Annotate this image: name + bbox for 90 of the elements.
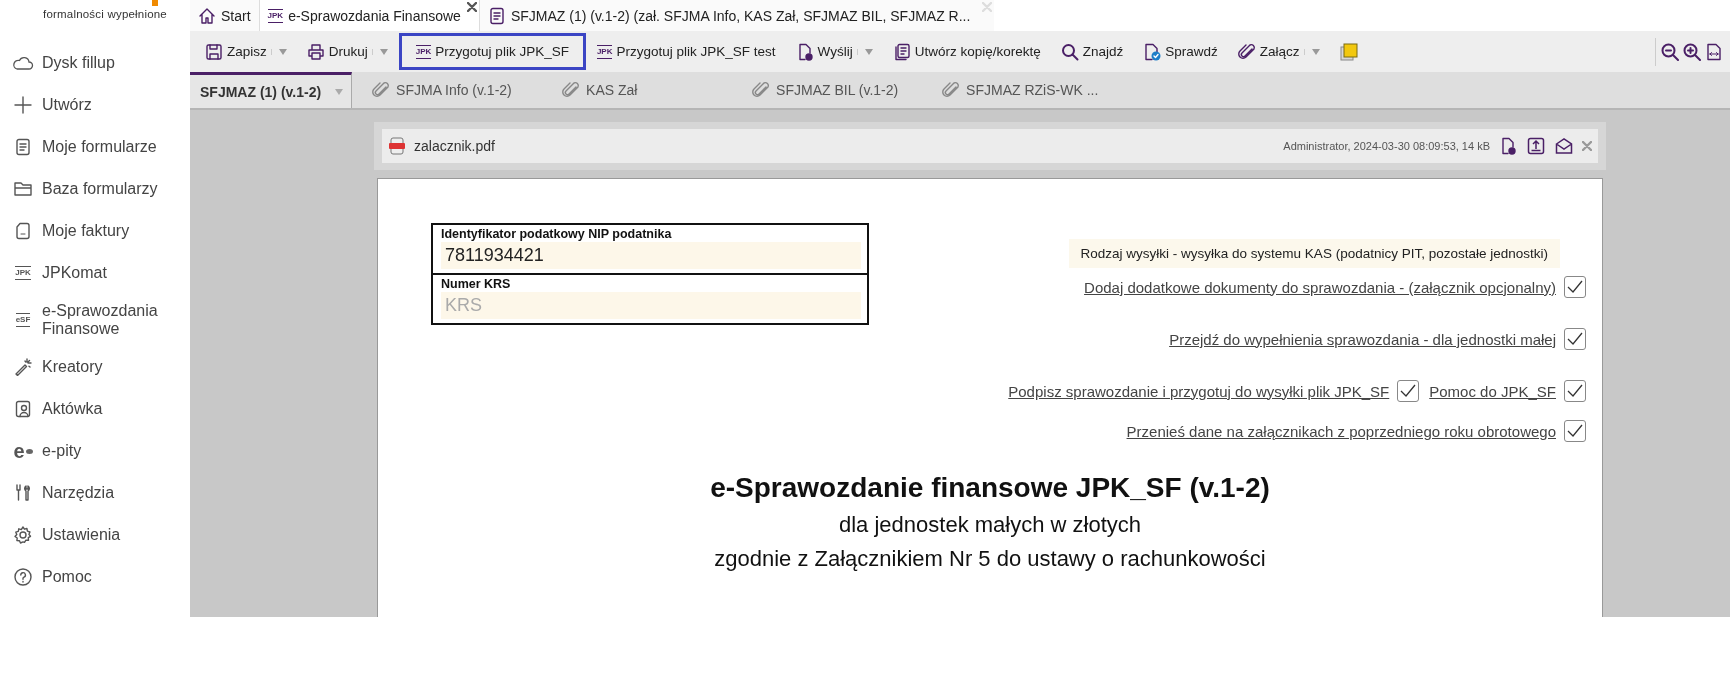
contact-card-icon [14, 400, 32, 418]
printer-icon [306, 42, 325, 61]
view-button[interactable] [1704, 42, 1724, 61]
option-link[interactable]: Przenieś dane na załącznikach z poprzedniego roku obrotowego [1126, 422, 1556, 440]
tools-icon [14, 484, 32, 502]
view-button[interactable] [1682, 42, 1702, 61]
settings-icon [14, 526, 32, 544]
tab-label: e-Sprawozdania Finansowe [288, 7, 461, 24]
paperclip-icon [372, 81, 391, 99]
toolbar-button[interactable]: Zapisz [196, 34, 296, 69]
magic-wand-icon [14, 358, 32, 376]
sidebar-item[interactable]: Utwórz [0, 84, 190, 126]
sidebar-item[interactable]: Pomoc [0, 556, 190, 598]
zoom-out-icon [1661, 42, 1679, 61]
paperclip-icon [752, 81, 771, 99]
file-name[interactable]: zalacznik.pdf [414, 138, 495, 154]
pdf-file-icon [388, 137, 406, 155]
view-button[interactable] [1660, 42, 1680, 61]
toolbar-button[interactable]: Drukuj [297, 34, 397, 69]
tab[interactable]: Start [190, 0, 259, 31]
document-icon [487, 6, 506, 25]
input-field[interactable]: KRS [441, 292, 861, 319]
option-link[interactable]: Pomoc do JPK_SF [1429, 382, 1556, 400]
search-icon [1060, 42, 1079, 61]
sidebar-item[interactable]: Ustawienia [0, 514, 190, 556]
help-icon [14, 568, 32, 586]
home-icon [198, 6, 216, 25]
form-tab[interactable]: SFJMA Info (v.1-2) [352, 72, 543, 108]
sticky-note-icon[interactable] [1339, 42, 1358, 61]
plus-icon [14, 96, 32, 114]
checkbox[interactable] [1397, 380, 1420, 402]
sidebar-item[interactable]: Dysk fillup [0, 42, 190, 84]
sidebar-item[interactable]: e e-pity [0, 430, 190, 472]
form-tab[interactable]: KAS Zał [542, 72, 733, 108]
toolbar-button[interactable]: JPK Przygotuj plik JPK_SF [398, 33, 586, 70]
toolbar-button[interactable]: Załącz [1228, 34, 1329, 69]
checkbox[interactable] [1564, 276, 1586, 298]
copy-icon [892, 42, 911, 61]
folder-icon [14, 180, 32, 198]
form-tab[interactable]: SFJMAZ RZiS-WK ... [922, 72, 1119, 108]
tab-label: SFJMAZ (1) (v.1-2) (zał. SFJMA Info, KAS Zał, SFJMAZ BIL, SFJMAZ R... [510, 7, 971, 24]
option-link[interactable]: Podpisz sprawozdanie i przygotuj do wysyłki plik JPK_SF [1008, 382, 1390, 400]
form-tab[interactable]: SFJMAZ (1) (v.1-2) [190, 72, 353, 108]
sidebar-item[interactable]: Aktówka [0, 388, 190, 430]
sidebar-item[interactable]: JPK JPKomat [0, 252, 190, 294]
send-document-icon [1499, 137, 1517, 155]
form-subtitle: zgodnie z Załącznikiem Nr 5 do ustawy o rachunkowości [713, 546, 1267, 572]
form-tab[interactable]: SFJMAZ BIL (v.1-2) [732, 72, 923, 108]
tab-label: Start [221, 7, 251, 24]
paperclip-icon [562, 81, 581, 99]
close-icon[interactable] [466, 2, 477, 12]
tab[interactable]: JPK e-Sprawozdania Finansowe [258, 0, 479, 31]
sidebar-item[interactable]: Kreatory [0, 346, 190, 388]
file-meta: Administrator, 2024-03-30 08:09:53, 14 kB [1283, 140, 1490, 152]
checkbox[interactable] [1564, 380, 1586, 402]
zoom-in-icon [1683, 42, 1701, 61]
invoice-icon [14, 222, 32, 240]
sidebar-item[interactable]: Moje faktury [0, 210, 190, 252]
paperclip-icon [1237, 42, 1256, 61]
logo-caption: formalności wypełnione [43, 8, 167, 20]
envelope-icon [1555, 137, 1573, 155]
option-link[interactable]: Dodaj dodatkowe dokumenty do sprawozdania - (załącznik opcjonalny) [1084, 278, 1556, 296]
toolbar-button[interactable]: Znajdź [1051, 34, 1133, 69]
document-icon [14, 138, 32, 156]
option-link[interactable]: Przejdź do wypełnienia sprawozdania - dla jednostki małej [1169, 330, 1556, 348]
upload-button[interactable] [1526, 137, 1546, 155]
fit-width-icon [1705, 42, 1723, 61]
toolbar-button[interactable]: Wyślij [786, 34, 882, 69]
save-icon [205, 42, 223, 61]
toolbar-button[interactable]: Sprawdź [1134, 34, 1227, 69]
mail-button[interactable] [1554, 137, 1574, 155]
toolbar-button[interactable]: JPK Przygotuj plik JPK_SF test [587, 36, 785, 67]
sidebar-item[interactable]: Moje formularze [0, 126, 190, 168]
checkbox[interactable] [1564, 328, 1586, 350]
checkbox[interactable] [1564, 420, 1586, 442]
notice: Rodzaj wysyłki - wysyłka do systemu KAS (podatnicy PIT, pozostałe jednostki) [1068, 239, 1560, 268]
upload-icon [1527, 137, 1545, 155]
form-subtitle: dla jednostek małych w złotych [838, 512, 1142, 538]
cloud-icon [12, 54, 34, 72]
logo-mark [152, 0, 158, 6]
toolbar-button[interactable]: Utwórz kopię/korektę [883, 34, 1050, 69]
sidebar-item[interactable]: Narzędzia [0, 472, 190, 514]
paperclip-icon [942, 81, 961, 99]
document-check-icon [1143, 42, 1162, 61]
input-field[interactable]: 7811934421 [441, 242, 861, 269]
sidebar-item[interactable]: Baza formularzy [0, 168, 190, 210]
tab[interactable]: SFJMAZ (1) (v.1-2) (zał. SFJMA Info, KAS Zał, SFJMAZ BIL, SFJMAZ R... [478, 0, 995, 31]
form-title: e-Sprawozdanie finansowe JPK_SF (v.1-2) [709, 472, 1271, 504]
field-label: Identyfikator podatkowy NIP podatnika [441, 227, 673, 241]
field-label: Numer KRS [441, 277, 512, 291]
